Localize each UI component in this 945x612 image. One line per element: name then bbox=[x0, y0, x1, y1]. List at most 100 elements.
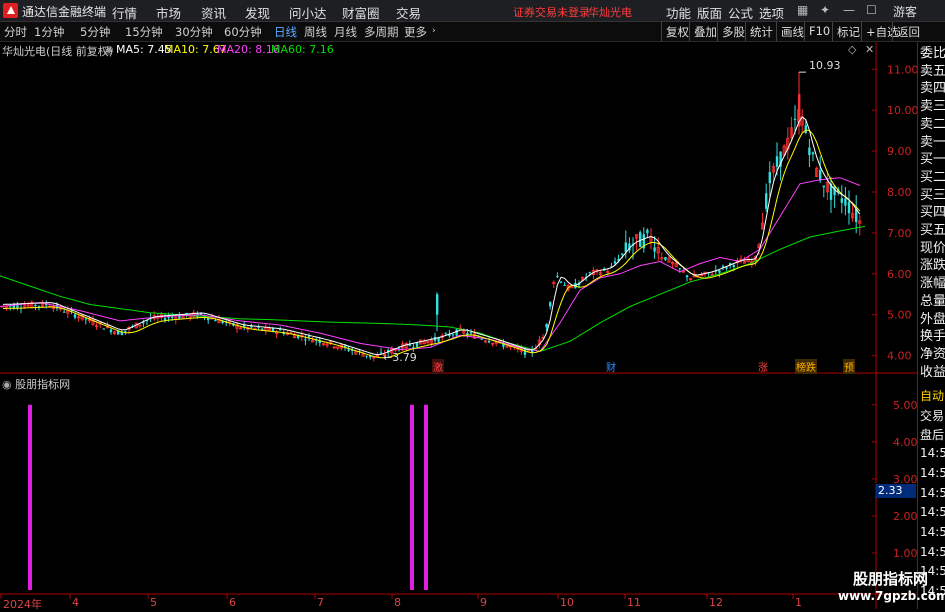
event-cai[interactable]: 财 bbox=[605, 359, 617, 374]
price-tick-label: 11.00 bbox=[887, 63, 919, 76]
candle-body bbox=[811, 152, 815, 155]
date-label: 5 bbox=[150, 596, 157, 609]
candle-body bbox=[279, 329, 282, 331]
event-zhang[interactable]: 涨 bbox=[757, 359, 769, 374]
candle-body bbox=[436, 294, 439, 315]
candle-body bbox=[523, 348, 527, 355]
watermark-title: 股朋指标网 bbox=[852, 570, 928, 588]
candle-body bbox=[109, 329, 113, 333]
date-label: 12 bbox=[709, 596, 723, 609]
candle-body bbox=[822, 185, 825, 188]
quote-label: 卖五 bbox=[920, 63, 945, 79]
candle-body bbox=[347, 349, 350, 351]
signal-bar bbox=[28, 404, 32, 590]
price-tick-label: 9.00 bbox=[887, 145, 912, 158]
date-label: 11 bbox=[627, 596, 641, 609]
candle-body bbox=[621, 253, 624, 255]
candle-body bbox=[214, 320, 217, 322]
sub-indicator-title: ◉ 股朋指标网 bbox=[2, 376, 71, 391]
trade-label: 盘后 bbox=[920, 428, 945, 443]
candle-body bbox=[307, 336, 311, 338]
candle-body bbox=[793, 118, 797, 121]
candle-body bbox=[365, 355, 368, 357]
candle-body bbox=[412, 346, 415, 348]
trade-label: 14:56 bbox=[920, 544, 945, 559]
candle-body bbox=[163, 317, 167, 321]
candle-body bbox=[304, 339, 307, 341]
quote-label: 涨跌 bbox=[920, 258, 945, 274]
candle-body bbox=[804, 125, 807, 133]
candle-body bbox=[588, 272, 591, 274]
sub-settings-icon[interactable]: ◉ bbox=[2, 378, 12, 391]
candle-body bbox=[840, 198, 843, 203]
ma5-line bbox=[2, 116, 861, 356]
quote-label: 买四 bbox=[920, 205, 945, 221]
candle-body bbox=[487, 340, 491, 343]
trade-label: 14:56 bbox=[920, 524, 945, 539]
candle-body bbox=[768, 172, 771, 184]
watermark-url: www.7gpzb.com bbox=[838, 589, 945, 603]
price-tick-label: 5.00 bbox=[887, 309, 912, 322]
candle-body bbox=[775, 156, 779, 167]
candle-body bbox=[415, 342, 419, 347]
quote-label: 收益 bbox=[920, 364, 945, 380]
high-price-label: 10.93 bbox=[809, 59, 841, 72]
quote-label: 涨幅 bbox=[920, 276, 945, 292]
candle-body bbox=[124, 330, 127, 332]
candle-body bbox=[63, 311, 66, 313]
candle-body bbox=[261, 328, 264, 330]
candle-body bbox=[624, 242, 627, 253]
candle-body bbox=[844, 198, 847, 206]
quote-label: 卖三 bbox=[920, 99, 945, 115]
candle-body bbox=[34, 304, 37, 307]
date-label: 10 bbox=[560, 596, 574, 609]
quote-label: 委比 bbox=[920, 46, 945, 61]
trade-label: 14:56 bbox=[920, 505, 945, 520]
sub-indicator-name: 股朋指标网 bbox=[15, 378, 71, 391]
trade-label: 自动 bbox=[920, 389, 945, 403]
low-price-label: ←3.79 bbox=[383, 351, 417, 364]
quote-label: 卖一 bbox=[920, 134, 945, 150]
candle-body bbox=[545, 323, 548, 328]
trade-label: 交易 bbox=[920, 408, 945, 423]
candle-body bbox=[171, 316, 174, 318]
quote-label: 卖四 bbox=[920, 81, 945, 97]
candle-body bbox=[455, 329, 458, 336]
quote-label: 买五 bbox=[920, 223, 945, 238]
price-tick-label: 10.00 bbox=[887, 104, 919, 117]
kline-chart[interactable]: 11.0010.009.008.007.006.005.004.005.004.… bbox=[0, 0, 945, 609]
price-tick-label: 7.00 bbox=[887, 227, 912, 240]
candle-body bbox=[765, 193, 768, 209]
candle-body bbox=[718, 270, 721, 273]
current-value-box: 2.33 bbox=[876, 484, 916, 498]
watermark: 股朋指标网 www.7gpzb.com bbox=[838, 568, 945, 608]
candle-body bbox=[678, 268, 681, 270]
event-ji[interactable]: 激 bbox=[432, 359, 444, 374]
trade-label: 14:56 bbox=[920, 465, 945, 480]
quote-label: 买一 bbox=[920, 152, 945, 168]
candle-body bbox=[563, 284, 566, 286]
price-tick-label: 8.00 bbox=[887, 186, 912, 199]
date-label: 4 bbox=[72, 596, 79, 609]
candle-body bbox=[653, 247, 656, 252]
event-bangdie[interactable]: 榜跌 bbox=[795, 359, 817, 374]
sub-tick-label: 4.00 bbox=[893, 436, 918, 449]
quote-label: 总量 bbox=[920, 293, 945, 309]
candle-body bbox=[469, 332, 473, 334]
candle-body bbox=[646, 229, 649, 234]
quote-label: 净资 bbox=[920, 346, 945, 362]
candle-body bbox=[556, 276, 559, 278]
date-label: 2024年 bbox=[3, 598, 42, 611]
event-yu[interactable]: 预 bbox=[843, 359, 855, 374]
date-label: 9 bbox=[480, 596, 487, 609]
sub-tick-label: 1.00 bbox=[893, 547, 918, 560]
date-label: 6 bbox=[229, 596, 236, 609]
quote-label: 买三 bbox=[920, 187, 945, 203]
ma10-line bbox=[2, 129, 861, 359]
candle-body bbox=[725, 267, 728, 269]
sub-tick-label: 2.00 bbox=[893, 510, 918, 523]
date-label: 7 bbox=[317, 596, 324, 609]
candle-body bbox=[102, 328, 105, 330]
quote-label: 换手 bbox=[920, 329, 945, 345]
candle-body bbox=[444, 333, 447, 335]
